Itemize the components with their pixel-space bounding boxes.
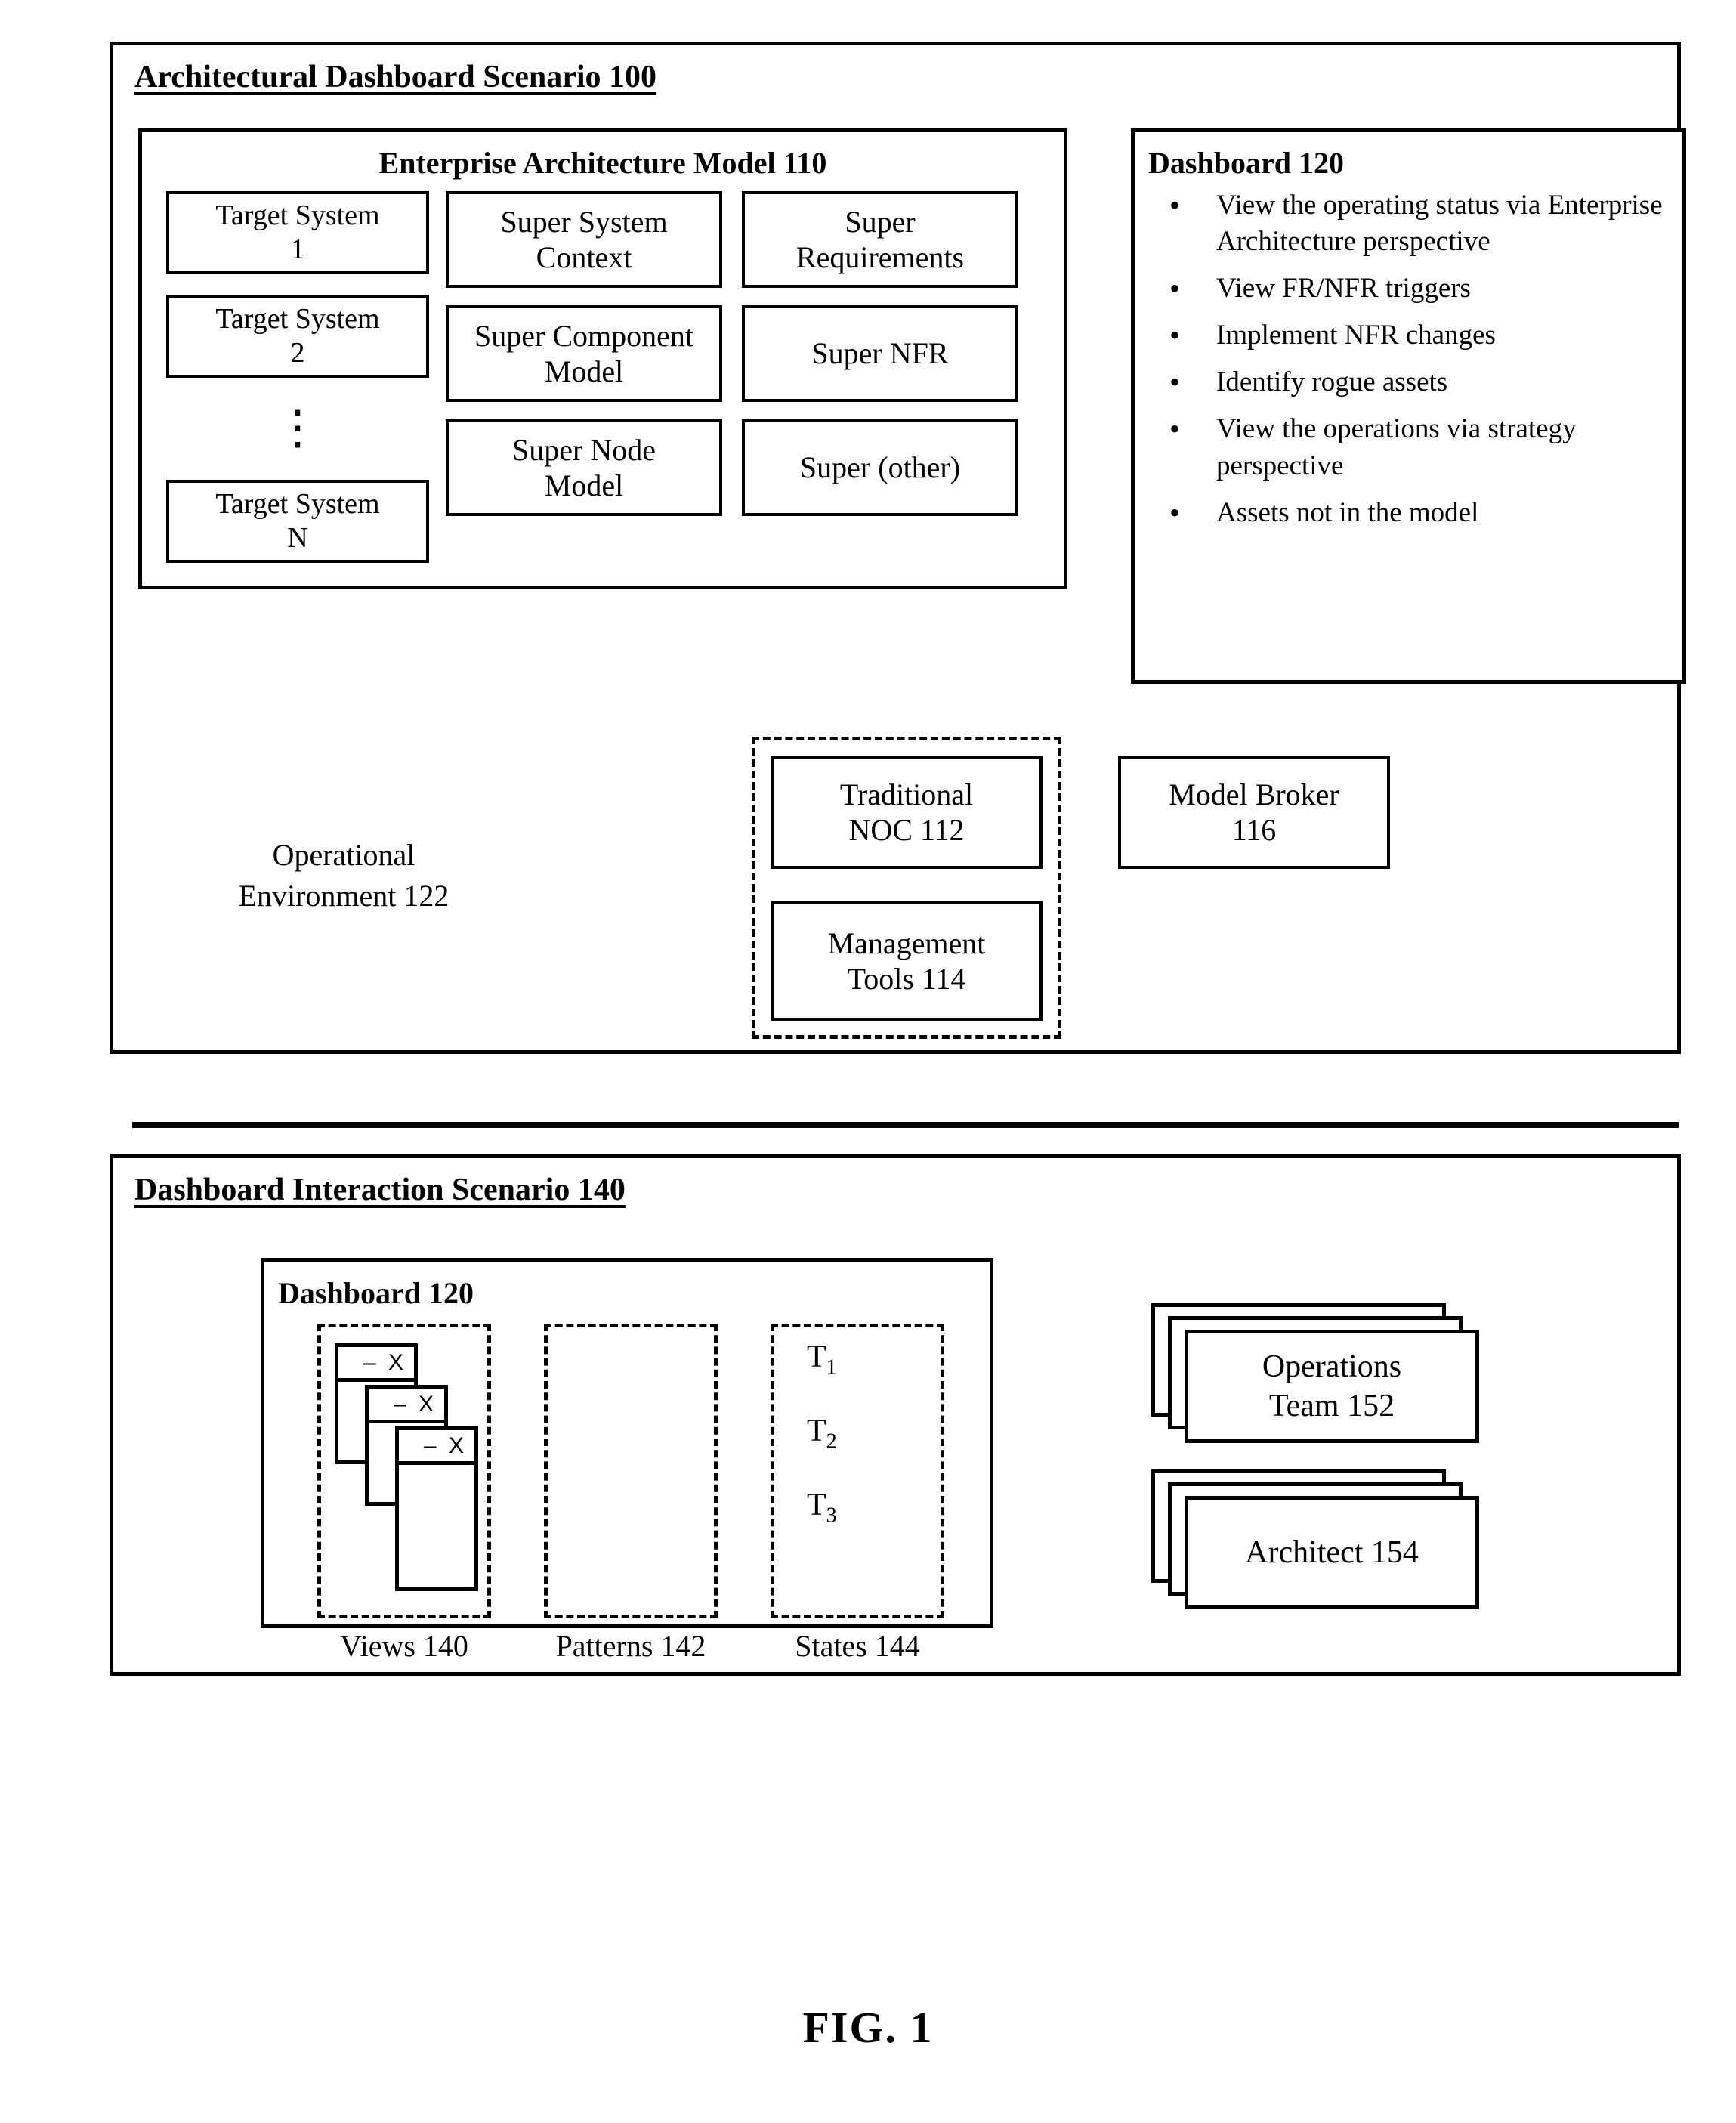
state-label: 2 [826,1429,837,1454]
super-node-model-label: Super Node Model [512,432,656,502]
traditional-noc-box: Traditional NOC 112 [771,756,1043,869]
super-nfr-label: Super NFR [811,336,949,371]
patterns-caption: Patterns 142 [555,1629,706,1663]
dashboard-bullet: Assets not in the model [1163,493,1671,533]
figure-label: FIG. 1 [802,2003,934,2052]
state-label: 3 [826,1503,837,1528]
super-system-context-label: Super System Context [500,204,668,274]
dashboard-bullet: Implement NFR changes [1163,316,1671,355]
states-panel-dashed [771,1324,944,1618]
patterns-panel-dashed [544,1324,718,1618]
views-caption: Views 140 [340,1629,468,1663]
target-system-ellipsis: ⋮ [274,402,321,454]
scenario-100-title: Architectural Dashboard Scenario 100 [134,60,657,94]
dashboard-bullet: View FR/NFR triggers [1163,269,1671,308]
management-tools-box: Management Tools 114 [771,901,1043,1021]
window-stack-icon: – X [395,1426,478,1591]
super-other-box: Super (other) [742,419,1018,516]
window-controls: – X [399,1430,474,1465]
super-node-model-box: Super Node Model [446,419,722,516]
super-component-model-box: Super Component Model [446,305,722,402]
state-row: T3 [807,1488,837,1528]
super-requirements-box: Super Requirements [742,191,1018,288]
super-component-model-label: Super Component Model [474,318,693,388]
super-other-label: Super (other) [799,450,961,485]
state-label: 1 [826,1355,837,1380]
dashboard-120-inner-title: Dashboard 120 [278,1276,474,1310]
ea-model-title: Enterprise Architecture Model 110 [378,146,827,180]
architect-card[interactable]: Architect 154 [1185,1496,1479,1609]
operations-team-label: Operations Team 152 [1262,1349,1402,1424]
operational-environment-label: Operational Environment 122 [238,838,449,913]
target-system-2-box: Target System 2 [166,295,429,378]
super-nfr-box: Super NFR [742,305,1018,402]
dashboard-bullet: View the operating status via Enterprise… [1163,186,1671,260]
dashboard-120-bullet-list: View the operating status via Enterprise… [1163,186,1671,542]
super-requirements-label: Super Requirements [795,204,965,274]
target-system-n-label: Target System N [215,488,380,554]
states-caption: States 144 [795,1629,920,1663]
model-broker-box: Model Broker 116 [1118,756,1390,869]
scenario-140-title: Dashboard Interaction Scenario 140 [134,1173,626,1207]
target-system-n-box: Target System N [166,480,429,563]
architect-label: Architect 154 [1245,1534,1419,1570]
management-tools-label: Management Tools 114 [827,926,986,996]
dashboard-120-title: Dashboard 120 [1148,146,1344,180]
traditional-noc-label: Traditional NOC 112 [839,777,974,847]
model-broker-label: Model Broker 116 [1169,777,1339,847]
target-system-1-label: Target System 1 [215,199,380,265]
target-system-2-label: Target System 2 [215,303,380,369]
dashboard-bullet: View the operations via strategy perspec… [1163,409,1671,484]
window-controls: – X [369,1389,444,1423]
state-row: T1 [807,1340,837,1380]
window-controls: – X [338,1347,414,1382]
super-system-context-box: Super System Context [446,191,722,288]
figure-page: Architectural Dashboard Scenario 100 Ent… [0,0,1736,2123]
dashboard-bullet: Identify rogue assets [1163,363,1671,402]
state-row: T2 [807,1414,837,1454]
operations-team-card[interactable]: Operations Team 152 [1185,1330,1479,1443]
target-system-1-box: Target System 1 [166,191,429,274]
